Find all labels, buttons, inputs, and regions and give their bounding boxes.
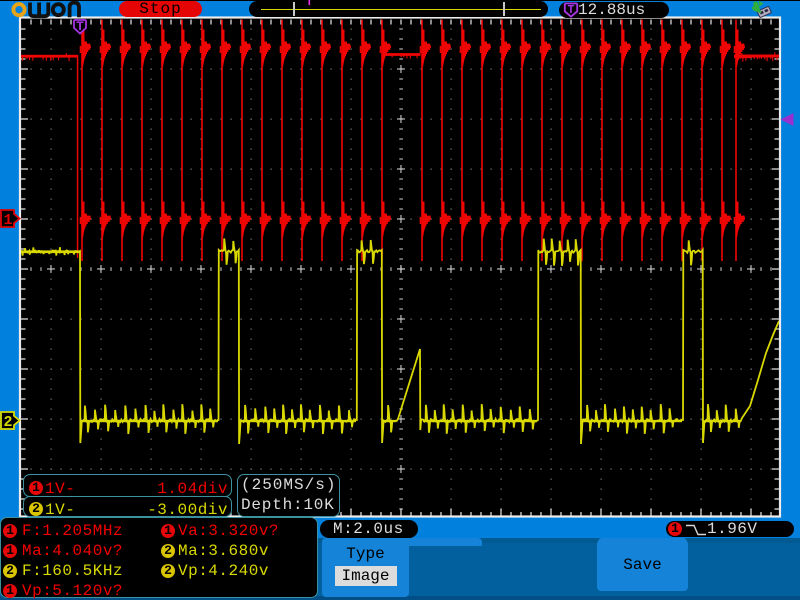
svg-text:2: 2 (3, 414, 12, 431)
svg-text:T: T (76, 19, 84, 34)
svg-text:T: T (568, 4, 575, 17)
svg-text:1: 1 (3, 212, 12, 229)
